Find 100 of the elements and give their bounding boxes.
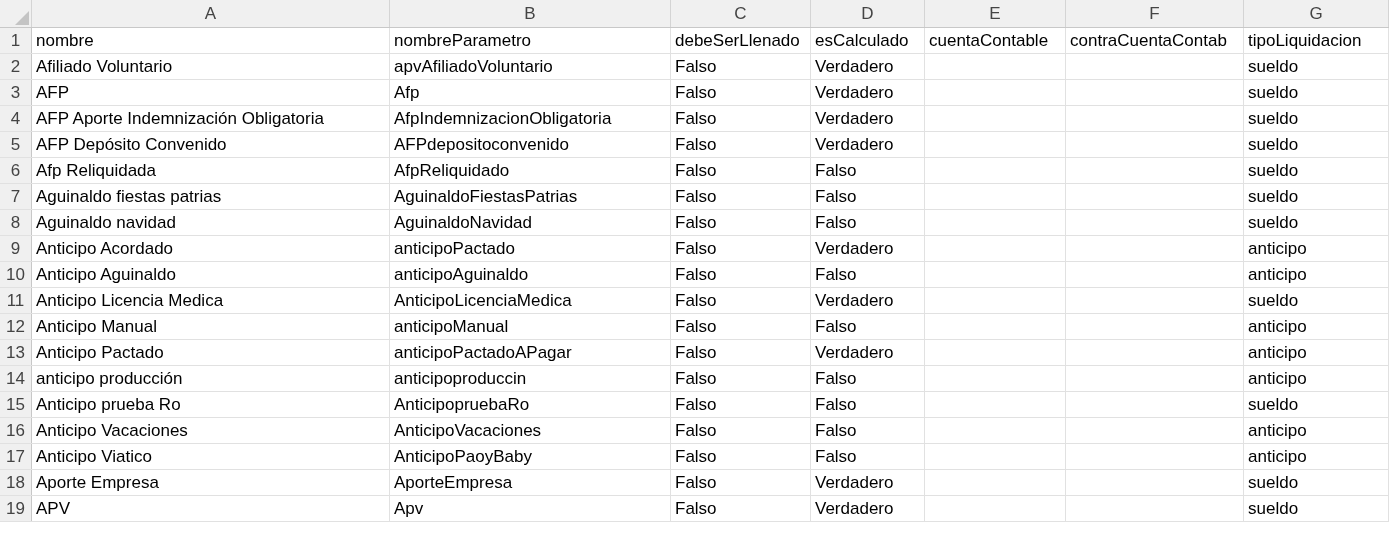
table-cell: AnticipoVacaciones <box>390 418 671 443</box>
table-cell: AporteEmpresa <box>390 470 671 495</box>
table-cell: sueldo <box>1244 496 1389 521</box>
table-cell: anticipo <box>1244 418 1389 443</box>
table-cell: AFP Aporte Indemnización Obligatoria <box>32 106 390 131</box>
table-cell: Falso <box>671 366 811 391</box>
table-cell: Falso <box>671 184 811 209</box>
table-cell: nombre <box>32 28 390 53</box>
table-cell: Apv <box>390 496 671 521</box>
table-cell: Falso <box>811 262 925 287</box>
row-header[interactable]: 2 <box>0 54 32 79</box>
table-cell: Falso <box>671 392 811 417</box>
table-cell: anticipo <box>1244 314 1389 339</box>
table-cell: Aguinaldo navidad <box>32 210 390 235</box>
row-header[interactable]: 15 <box>0 392 32 417</box>
row-header[interactable]: 19 <box>0 496 32 521</box>
table-cell: anticipo producción <box>32 366 390 391</box>
row-header[interactable]: 13 <box>0 340 32 365</box>
row-header[interactable]: 1 <box>0 28 32 53</box>
row-header[interactable]: 9 <box>0 236 32 261</box>
column-header[interactable]: E <box>925 0 1066 27</box>
table-cell: Verdadero <box>811 54 925 79</box>
table-cell: sueldo <box>1244 54 1389 79</box>
table-cell: Falso <box>671 210 811 235</box>
table-cell: Falso <box>811 418 925 443</box>
column-header[interactable]: G <box>1244 0 1389 27</box>
table-cell: Falso <box>671 314 811 339</box>
row-header[interactable]: 14 <box>0 366 32 391</box>
table-cell: Falso <box>671 236 811 261</box>
table-cell: Anticipo Vacaciones <box>32 418 390 443</box>
column-header[interactable]: F <box>1066 0 1244 27</box>
table-cell: Falso <box>671 496 811 521</box>
table-cell: Falso <box>811 210 925 235</box>
table-cell: Falso <box>811 366 925 391</box>
table-cell: cuentaContable <box>925 28 1066 53</box>
table-cell: sueldo <box>1244 288 1389 313</box>
row-header[interactable]: 6 <box>0 158 32 183</box>
table-cell: AnticipoPaoyBaby <box>390 444 671 469</box>
table-cell: anticipoproduccin <box>390 366 671 391</box>
row-header[interactable]: 8 <box>0 210 32 235</box>
table-cell: Falso <box>671 444 811 469</box>
table-cell: sueldo <box>1244 80 1389 105</box>
table-cell: sueldo <box>1244 184 1389 209</box>
table-cell: anticipo <box>1244 366 1389 391</box>
table-cell: Falso <box>671 262 811 287</box>
table-cell: Falso <box>671 80 811 105</box>
table-cell: APV <box>32 496 390 521</box>
table-cell: Falso <box>671 106 811 131</box>
table-cell: Verdadero <box>811 80 925 105</box>
table-cell: Anticipo Licencia Medica <box>32 288 390 313</box>
table-cell: Aguinaldo fiestas patrias <box>32 184 390 209</box>
table-cell: esCalculado <box>811 28 925 53</box>
table-cell: Verdadero <box>811 496 925 521</box>
table-cell: sueldo <box>1244 470 1389 495</box>
table-cell: Falso <box>811 184 925 209</box>
select-all-icon[interactable] <box>15 11 29 25</box>
row-header[interactable]: 18 <box>0 470 32 495</box>
row-header[interactable]: 11 <box>0 288 32 313</box>
column-header[interactable]: C <box>671 0 811 27</box>
row-header[interactable]: 7 <box>0 184 32 209</box>
row-header[interactable]: 10 <box>0 262 32 287</box>
table-cell: Afiliado Voluntario <box>32 54 390 79</box>
table-cell: Falso <box>671 470 811 495</box>
table-cell: sueldo <box>1244 158 1389 183</box>
table-cell: Afp Reliquidada <box>32 158 390 183</box>
table-cell: Falso <box>811 392 925 417</box>
table-cell: anticipoManual <box>390 314 671 339</box>
table-cell: Falso <box>671 54 811 79</box>
table-cell: AFPdepositoconvenido <box>390 132 671 157</box>
column-header[interactable]: A <box>32 0 390 27</box>
table-cell: Falso <box>811 314 925 339</box>
row-header[interactable]: 12 <box>0 314 32 339</box>
table-cell: AnticipoLicenciaMedica <box>390 288 671 313</box>
row-header[interactable]: 5 <box>0 132 32 157</box>
row-header[interactable]: 3 <box>0 80 32 105</box>
table-cell: tipoLiquidacion <box>1244 28 1389 53</box>
table-cell: anticipo <box>1244 340 1389 365</box>
row-header[interactable]: 16 <box>0 418 32 443</box>
table-cell: apvAfiliadoVoluntario <box>390 54 671 79</box>
table-cell: AfpIndemnizacionObligatoria <box>390 106 671 131</box>
table-cell: contraCuentaContab <box>1066 28 1244 53</box>
table-cell: Falso <box>671 288 811 313</box>
table-cell: Anticipo prueba Ro <box>32 392 390 417</box>
table-cell: AFP <box>32 80 390 105</box>
table-cell: Anticipo Acordado <box>32 236 390 261</box>
table-cell: Verdadero <box>811 106 925 131</box>
table-cell: Verdadero <box>811 340 925 365</box>
table-cell: Verdadero <box>811 236 925 261</box>
row-header[interactable]: 4 <box>0 106 32 131</box>
row-header[interactable]: 17 <box>0 444 32 469</box>
table-cell: Falso <box>811 444 925 469</box>
column-header[interactable]: D <box>811 0 925 27</box>
column-header[interactable]: B <box>390 0 671 27</box>
table-cell: sueldo <box>1244 392 1389 417</box>
table-cell: anticipo <box>1244 262 1389 287</box>
table-cell: sueldo <box>1244 106 1389 131</box>
table-cell: Anticipo Pactado <box>32 340 390 365</box>
table-cell: sueldo <box>1244 132 1389 157</box>
table-cell: nombreParametro <box>390 28 671 53</box>
table-cell: AFP Depósito Convenido <box>32 132 390 157</box>
